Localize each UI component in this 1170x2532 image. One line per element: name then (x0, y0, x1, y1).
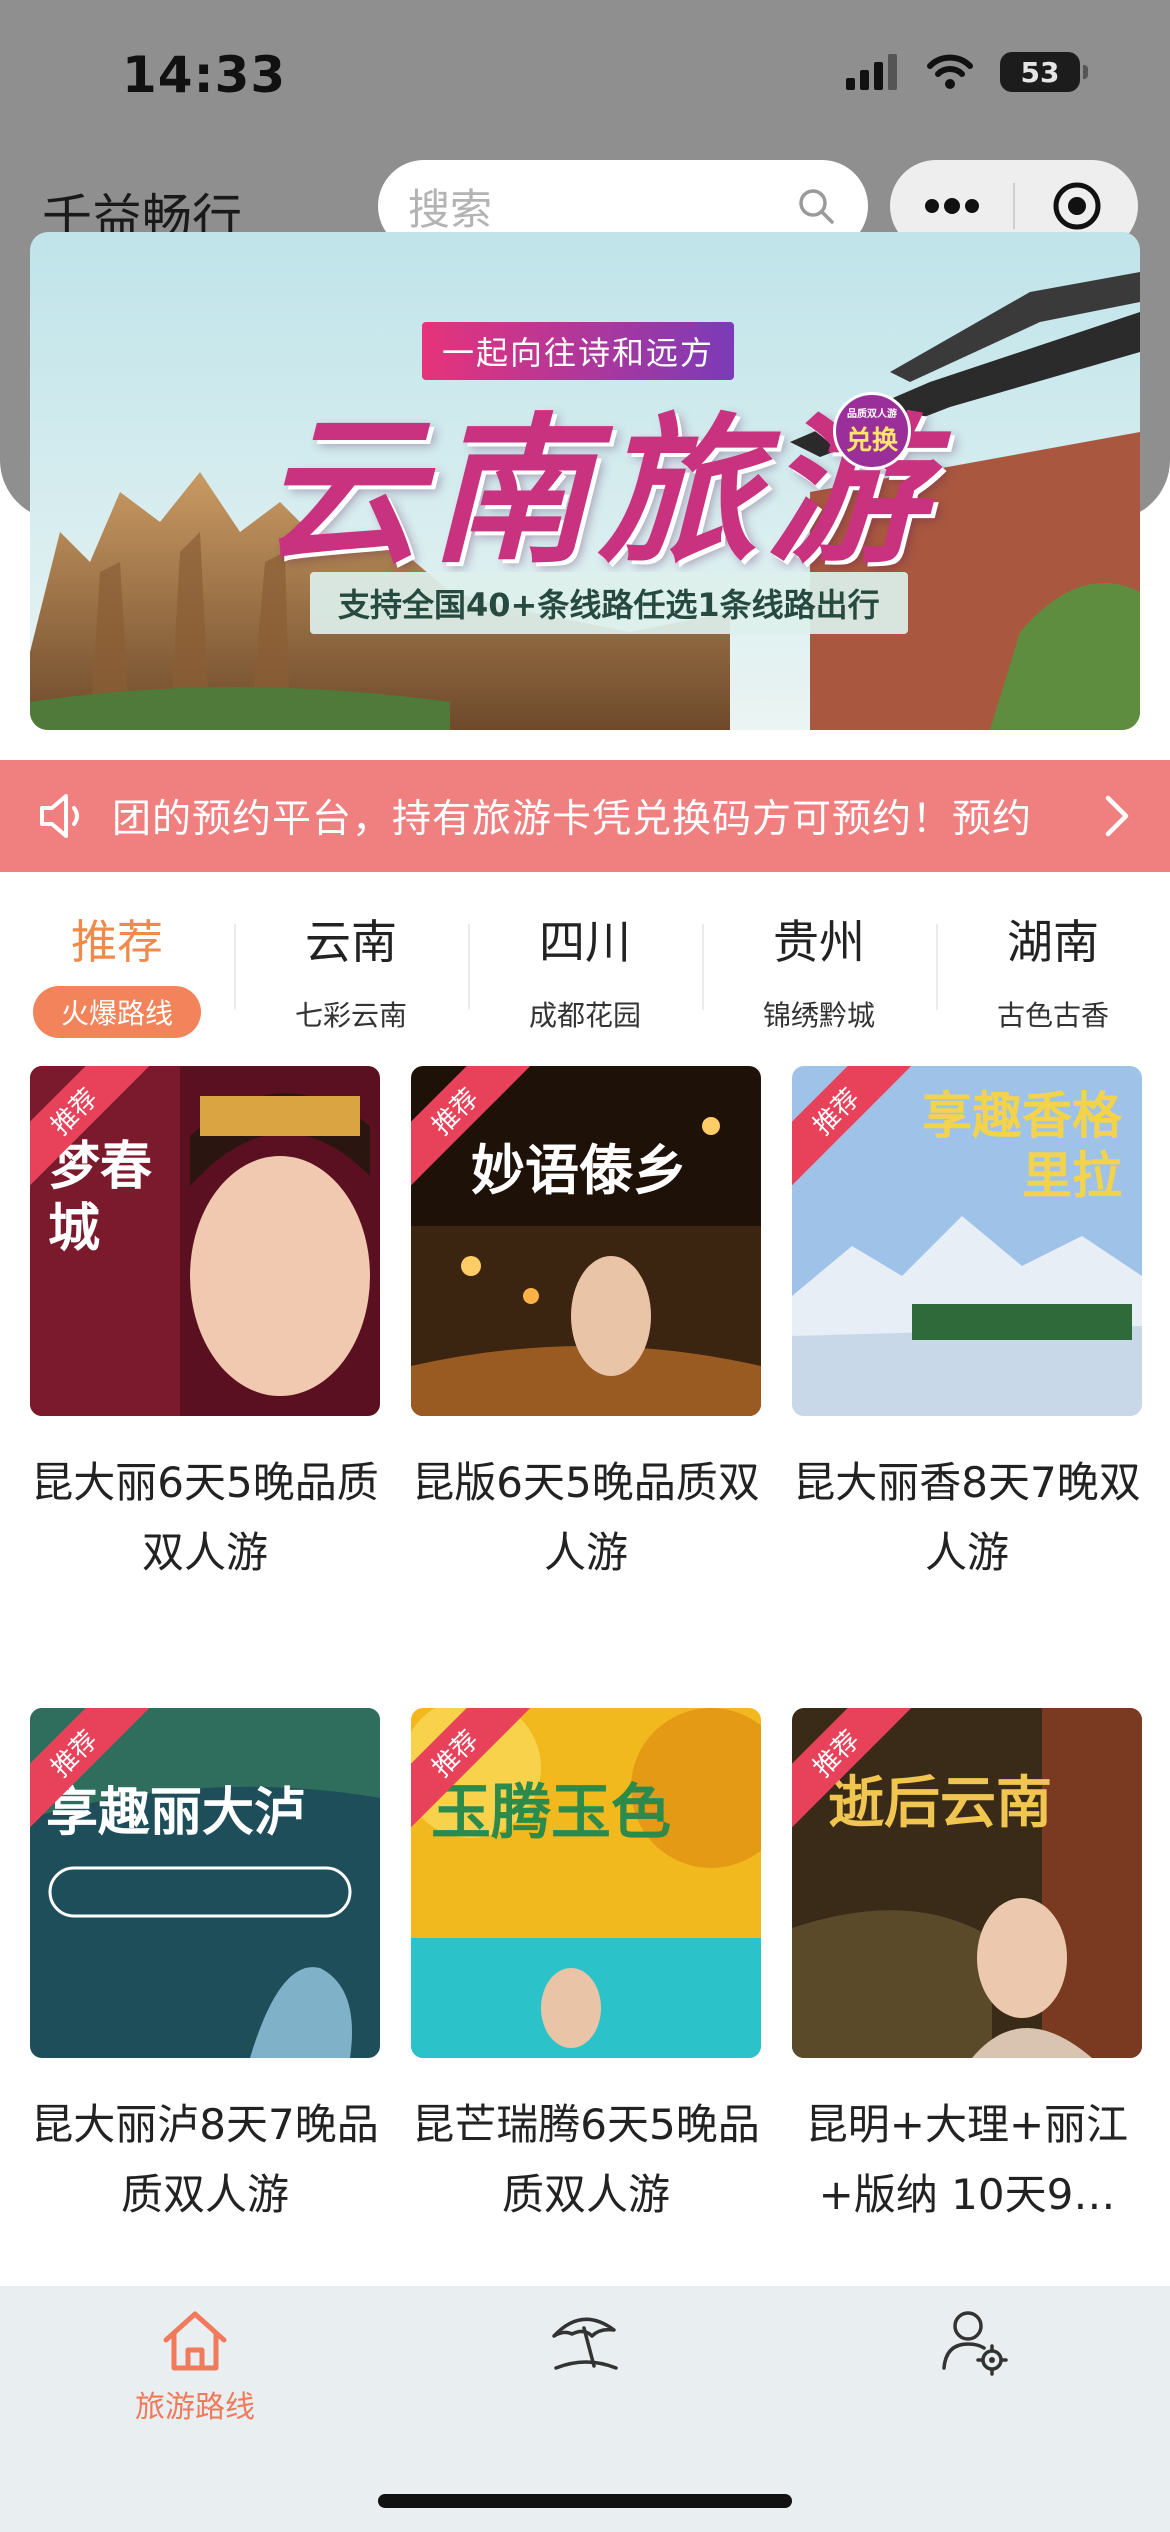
status-bar: 14:33 53 (0, 0, 1170, 150)
beach-umbrella-icon (552, 2317, 618, 2370)
region-tab-hunan[interactable]: 湖南 古色古香 (936, 890, 1170, 1040)
notice-text: 团的预约平台，持有旅游卡凭兑换码方可预约！预约 (112, 797, 1033, 842)
route-image-text: 妙语傣乡 (471, 1139, 687, 1202)
banner-badge-label: 兑换 (845, 426, 898, 456)
region-desc: 成都花园 (528, 999, 641, 1032)
banner-title: 云南旅游 (262, 397, 935, 585)
route-thumbnail: 玉腾玉色 推荐 (411, 1708, 761, 2058)
route-card[interactable]: 逝后云南 推荐 昆明+大理+丽江+版纳 10天9… (792, 1708, 1142, 2350)
route-card[interactable]: 玉腾玉色 推荐 昆芒瑞腾6天5晚品质双人游 (411, 1708, 761, 2350)
home-icon (163, 2311, 227, 2371)
region-name: 贵州 (773, 915, 865, 969)
tab-profile[interactable] (780, 2286, 1170, 2532)
route-image-text: 逝后云南 (828, 1771, 1052, 1836)
region-desc: 古色古香 (996, 999, 1109, 1032)
notice-bar[interactable]: 团的预约平台，持有旅游卡凭兑换码方可预约！预约 (0, 760, 1170, 872)
battery-indicator: 53 (1000, 52, 1088, 92)
region-desc: 七彩云南 (294, 999, 407, 1032)
route-image-text: 享趣香格里拉 (922, 1087, 1122, 1205)
home-indicator (378, 2494, 792, 2508)
tab-routes[interactable]: 旅游路线 (0, 2286, 390, 2532)
route-thumbnail: 逝后云南 推荐 (792, 1708, 1142, 2058)
route-card[interactable]: 享趣香格里拉 推荐 昆大丽香8天7晚双人游 (792, 1066, 1142, 1708)
route-title: 昆版6天5晚品质双人游 (412, 1458, 760, 1577)
route-image-text: 享趣丽大泸 (46, 1783, 307, 1843)
banner-exchange-badge: 品质双人游 兑换 (833, 392, 911, 470)
banner-subtitle: 支持全国40+条线路任选1条线路出行 (310, 572, 908, 634)
region-name: 推荐 (71, 915, 163, 969)
region-desc: 火爆路线 (32, 986, 201, 1038)
route-thumbnail: 妙语傣乡 推荐 (411, 1066, 761, 1416)
banner-badge-small: 品质双人游 (847, 409, 897, 420)
route-title: 昆明+大理+丽江+版纳 10天9… (805, 2100, 1129, 2219)
route-title: 昆大丽香8天7晚双人游 (793, 1458, 1141, 1577)
region-tab-yunnan[interactable]: 云南 七彩云南 (234, 890, 468, 1040)
region-name: 湖南 (1007, 915, 1099, 969)
region-name: 四川 (539, 915, 631, 969)
cellular-signal-icon (846, 54, 897, 90)
route-title: 昆大丽泸8天7晚品质双人游 (31, 2100, 379, 2219)
route-image-text: 玉腾玉色 (431, 1778, 671, 1848)
region-tab-recommend[interactable]: 推荐 火爆路线 (0, 890, 234, 1040)
target-close-icon (1053, 182, 1100, 230)
region-tab-sichuan[interactable]: 四川 成都花园 (468, 890, 702, 1040)
region-desc: 锦绣黔城 (762, 999, 875, 1032)
search-icon (799, 189, 834, 224)
status-icons: 53 (844, 52, 1088, 92)
route-card[interactable]: 梦春城 推荐 昆大丽6天5晚品质双人游 (30, 1066, 380, 1708)
status-time: 14:33 (122, 46, 287, 104)
speaker-icon (40, 794, 79, 838)
region-name: 云南 (305, 915, 397, 969)
region-tab-guizhou[interactable]: 贵州 锦绣黔城 (702, 890, 936, 1040)
chevron-right-icon[interactable] (1102, 794, 1132, 838)
route-grid: 梦春城 推荐 昆大丽6天5晚品质双人游 妙语傣乡 推荐 昆版6天5晚品质双人游 (30, 1066, 1142, 2350)
route-thumbnail: 享趣香格里拉 推荐 (792, 1066, 1142, 1416)
route-title: 昆大丽6天5晚品质双人游 (31, 1458, 379, 1577)
search-placeholder: 搜索 (408, 184, 493, 234)
route-thumbnail: 享趣丽大泸 推荐 (30, 1708, 380, 2058)
user-settings-icon (942, 2311, 1008, 2376)
route-image-text: 梦春城 (48, 1136, 153, 1259)
route-card[interactable]: 妙语傣乡 推荐 昆版6天5晚品质双人游 (411, 1066, 761, 1708)
tab-label: 旅游路线 (135, 2390, 255, 2425)
route-title: 昆芒瑞腾6天5晚品质双人游 (412, 2100, 760, 2219)
region-tabs: 推荐 火爆路线 云南 七彩云南 四川 成都花园 贵州 锦绣黔城 湖南 古色古香 (0, 890, 1170, 1040)
route-thumbnail: 梦春城 推荐 (30, 1066, 380, 1416)
wifi-icon (927, 54, 973, 89)
route-card[interactable]: 享趣丽大泸 推荐 昆大丽泸8天7晚品质双人游 (30, 1708, 380, 2350)
promo-banner[interactable]: 一起向往诗和远方 云南旅游 品质双人游 兑换 支持全国40+条线路任选1条线路出… (30, 232, 1140, 730)
more-dots-icon (924, 198, 979, 214)
